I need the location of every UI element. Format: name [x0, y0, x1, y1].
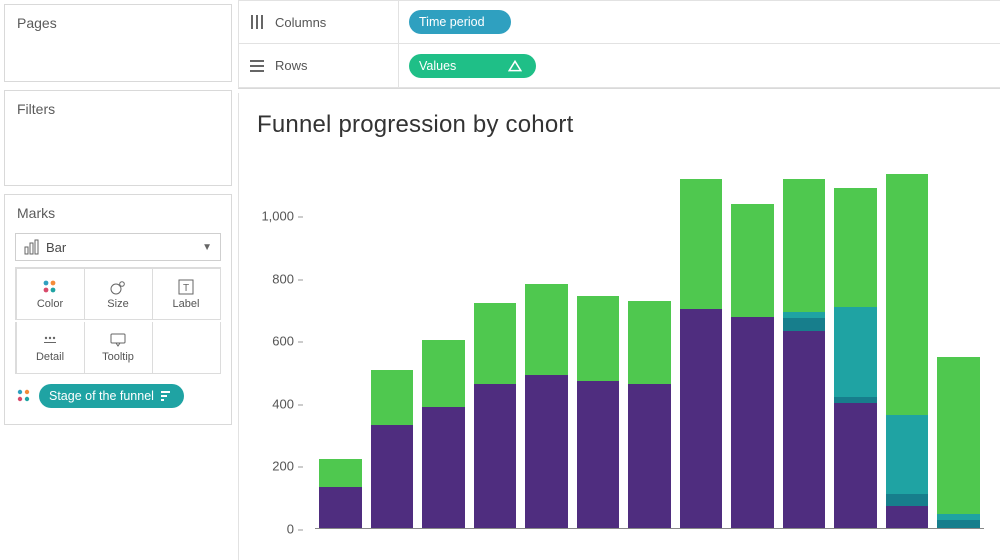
bar[interactable] — [577, 296, 620, 528]
bar-segment-green — [628, 301, 671, 384]
y-tick: 800 — [272, 271, 303, 286]
bar[interactable] — [422, 340, 465, 528]
sort-bars-icon — [160, 389, 174, 403]
bar-segment-purple — [319, 487, 362, 528]
y-tick: 1,000 — [261, 208, 303, 223]
marks-detail-card[interactable]: Detail — [16, 322, 85, 374]
columns-pill[interactable]: Time period — [409, 10, 511, 34]
bar-segment-purple — [525, 375, 568, 528]
bar[interactable] — [731, 204, 774, 528]
y-tick: 200 — [272, 459, 303, 474]
columns-label: Columns — [275, 15, 326, 30]
bar-chart-icon — [24, 239, 40, 255]
bar-segment-purple — [834, 403, 877, 528]
marks-color-label: Color — [37, 298, 63, 310]
bar-segment-purple — [577, 381, 620, 528]
bar-segment-purple — [783, 331, 826, 528]
chart-plot[interactable]: 0 200 400 600 800 1,000 — [257, 149, 984, 549]
bar[interactable] — [474, 303, 517, 528]
columns-pill-label: Time period — [419, 15, 485, 29]
rows-icon — [249, 58, 265, 74]
bar-segment-purple — [886, 506, 929, 528]
bar-segment-teal — [834, 307, 877, 396]
color-dots-icon — [41, 278, 59, 296]
bar-segment-dteal — [783, 318, 826, 331]
marks-empty-cell — [152, 322, 221, 374]
rows-pill[interactable]: Values — [409, 54, 536, 78]
chart-title: Funnel progression by cohort — [257, 111, 990, 139]
caret-down-icon: ▼ — [202, 242, 212, 253]
mark-type-select[interactable]: Bar ▼ — [15, 233, 221, 261]
bar-segment-green — [422, 340, 465, 407]
color-encoding-pill[interactable]: Stage of the funnel — [39, 384, 184, 408]
marks-tooltip-label: Tooltip — [102, 351, 134, 363]
color-dots-icon — [15, 387, 33, 405]
bar-segment-green — [577, 296, 620, 381]
marks-title: Marks — [5, 195, 231, 227]
filters-panel: Filters — [4, 90, 232, 186]
rows-pill-label: Values — [419, 59, 456, 73]
rows-label: Rows — [275, 58, 308, 73]
marks-tooltip-card[interactable]: Tooltip — [84, 322, 153, 374]
chart-area: Funnel progression by cohort 0 200 400 600 8… — [238, 93, 1000, 560]
svg-text:T: T — [183, 283, 189, 294]
bars-container — [315, 169, 984, 529]
size-icon — [109, 278, 127, 296]
bar-segment-purple — [371, 425, 414, 528]
bar[interactable] — [834, 188, 877, 528]
marks-size-label: Size — [107, 298, 128, 310]
bar[interactable] — [886, 174, 929, 528]
tooltip-icon — [109, 331, 127, 349]
bar[interactable] — [680, 179, 723, 528]
bar-segment-green — [474, 303, 517, 384]
columns-shelf[interactable]: Columns Time period — [238, 0, 1000, 44]
bar-segment-green — [525, 284, 568, 375]
filters-title: Filters — [5, 91, 231, 123]
bar-segment-green — [886, 174, 929, 415]
y-tick: 600 — [272, 334, 303, 349]
rows-shelf[interactable]: Rows Values — [238, 44, 1000, 88]
marks-panel: Marks Bar ▼ Color Size T Label — [4, 194, 232, 425]
marks-label-label: Label — [173, 298, 200, 310]
pages-panel: Pages — [4, 4, 232, 82]
bar-segment-green — [319, 459, 362, 487]
marks-color-card[interactable]: Color — [16, 268, 85, 320]
bar[interactable] — [628, 301, 671, 528]
bar-segment-purple — [680, 309, 723, 528]
bar[interactable] — [371, 370, 414, 528]
delta-icon — [508, 59, 522, 73]
color-encoding-label: Stage of the funnel — [49, 389, 154, 403]
pages-title: Pages — [5, 5, 231, 37]
label-icon: T — [177, 278, 195, 296]
bar-segment-dteal — [937, 520, 980, 528]
y-tick: 0 — [287, 522, 303, 537]
mark-type-label: Bar — [40, 240, 202, 255]
bar-segment-purple — [422, 407, 465, 528]
columns-icon — [249, 14, 265, 30]
bar-segment-green — [937, 357, 980, 514]
bar-segment-dteal — [886, 494, 929, 507]
bar-segment-green — [783, 179, 826, 312]
bar[interactable] — [319, 459, 362, 528]
y-tick: 400 — [272, 396, 303, 411]
bar-segment-green — [731, 204, 774, 317]
bar-segment-teal — [886, 415, 929, 493]
detail-icon — [41, 331, 59, 349]
bar-segment-green — [834, 188, 877, 307]
y-axis: 02004006008001,000 — [257, 149, 309, 529]
bar[interactable] — [783, 179, 826, 528]
bar-segment-green — [680, 179, 723, 309]
bar-segment-purple — [628, 384, 671, 528]
marks-detail-label: Detail — [36, 351, 64, 363]
marks-size-card[interactable]: Size — [84, 268, 153, 320]
marks-label-card[interactable]: T Label — [152, 268, 221, 320]
bar[interactable] — [937, 357, 980, 528]
bar-segment-green — [371, 370, 414, 425]
bar[interactable] — [525, 284, 568, 528]
bar-segment-purple — [474, 384, 517, 528]
bar-segment-purple — [731, 317, 774, 528]
